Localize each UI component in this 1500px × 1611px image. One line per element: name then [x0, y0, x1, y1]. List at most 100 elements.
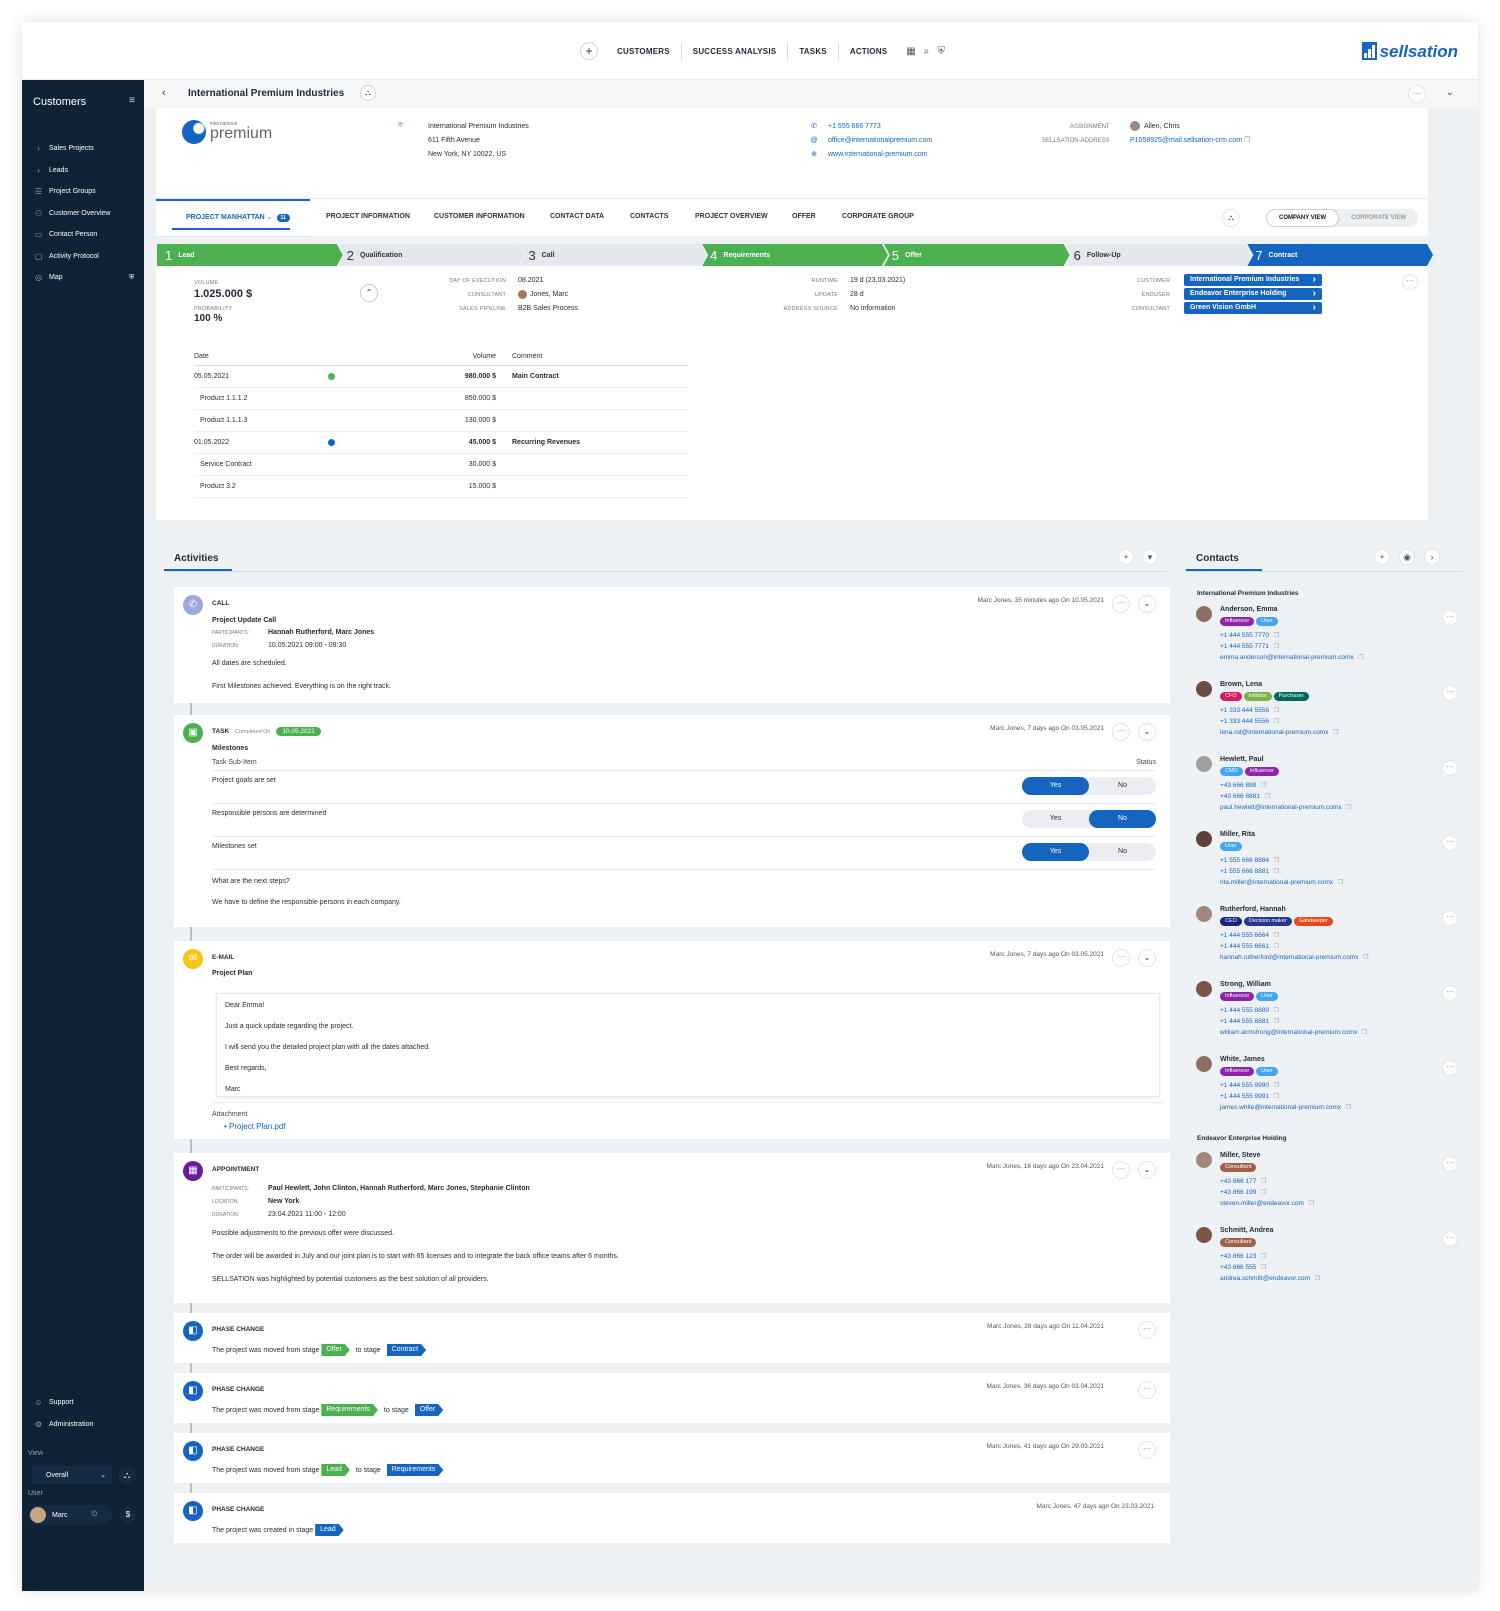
phone-link[interactable]: +1 444 555 9991	[1220, 1093, 1279, 1100]
customer-link[interactable]: International Premium Industries	[1184, 274, 1322, 286]
nav-customers[interactable]: CUSTOMERS	[606, 42, 682, 60]
phone-link[interactable]: +43 866 555	[1220, 1264, 1266, 1271]
activity-call[interactable]: ✆ CALL Marc Jones, 35 minutes ago On 10.…	[174, 587, 1170, 703]
copy-icon[interactable]: ❐	[1244, 137, 1250, 144]
more-icon[interactable]: ···	[1138, 1441, 1156, 1459]
add-button[interactable]: +	[580, 42, 598, 60]
more-icon[interactable]: ···	[1442, 1156, 1458, 1172]
activity-email[interactable]: ✉ E-MAIL Marc Jones, 7 days ago On 03.05…	[174, 941, 1170, 1139]
more-icon[interactable]: ···	[1442, 910, 1458, 926]
view-select[interactable]: Overall ⌄	[32, 1466, 112, 1484]
stage-5[interactable]: 5 Offer	[884, 244, 1070, 266]
status-toggle[interactable]: Yes No	[1022, 777, 1156, 795]
tab-corporate-group[interactable]: CORPORATE GROUP	[842, 213, 914, 220]
more-icon[interactable]: ···	[1442, 985, 1458, 1001]
chevron-down-icon[interactable]: ⌄	[1446, 87, 1454, 98]
tab-contacts[interactable]: CONTACTS	[630, 213, 668, 220]
email-link[interactable]: office@internationalpremium.com	[828, 134, 932, 148]
phone-link[interactable]: +1 444 555 9990	[1220, 1082, 1279, 1089]
no-option[interactable]: No	[1089, 777, 1156, 795]
phone-link[interactable]: +1 444 555 8889	[1220, 1007, 1279, 1014]
search-icon[interactable]: ⌕	[924, 46, 930, 57]
contact-card[interactable]: Rutherford, Hannah CEO Decision maker Gatek…	[1196, 906, 1466, 981]
sellsation-address-link[interactable]: P1058925@mail.sellsation-crm.com ❐	[1130, 134, 1250, 148]
status-toggle[interactable]: Yes No	[1022, 810, 1156, 828]
phone-link[interactable]: +1 444 555 6664	[1220, 932, 1279, 939]
email-link[interactable]: andrea.schmitt@endeavor.com	[1220, 1275, 1320, 1282]
sidebar-item-activity-protocol[interactable]: ▢ Activity Protocol	[34, 252, 99, 261]
attachment-name[interactable]: Project Plan.pdf	[229, 1122, 285, 1131]
enduser-link[interactable]: Endeavor Enterprise Holding	[1184, 288, 1322, 300]
contact-card[interactable]: Anderson, Emma Influencer User +1 444 555 7…	[1196, 606, 1466, 681]
phone-link[interactable]: +1 555 666 8881	[1220, 868, 1279, 875]
power-icon[interactable]: ⏻	[92, 1511, 98, 1519]
nav-actions[interactable]: ACTIONS	[839, 42, 898, 60]
chevron-down-icon[interactable]: ⌄	[1138, 949, 1156, 967]
calendar-icon[interactable]: ▦	[906, 46, 915, 57]
sidebar-item-leads[interactable]: › Leads	[34, 166, 68, 175]
more-icon[interactable]: ···	[1112, 595, 1130, 613]
sidebar-item-customer-overview[interactable]: ⚇ Customer Overview	[34, 209, 111, 218]
sidebar-item-map[interactable]: ◎ Map	[34, 273, 63, 282]
tab-customer-information[interactable]: CUSTOMER INFORMATION	[434, 213, 525, 220]
web-row[interactable]: ⊕ www.international-premium.com	[810, 148, 932, 162]
phone-link[interactable]: +43 666 888	[1220, 782, 1266, 789]
chevron-down-icon[interactable]: ⌄	[1138, 595, 1156, 613]
phone-link[interactable]: +1 444 555 6661	[1220, 943, 1279, 950]
email-link[interactable]: rita.miller@international-premium.comx	[1220, 879, 1343, 886]
phone-link[interactable]: +43 866 123	[1220, 1253, 1266, 1260]
more-icon[interactable]: ···	[1442, 1060, 1458, 1076]
company-view-button[interactable]: COMPANY VIEW	[1265, 209, 1340, 227]
sidebar-item-contact-person[interactable]: ▭ Contact Person	[34, 230, 98, 239]
web-link[interactable]: www.international-premium.com	[828, 148, 928, 162]
more-icon[interactable]: ···	[1138, 1321, 1156, 1339]
tab-project-overview[interactable]: PROJECT OVERVIEW	[695, 213, 768, 220]
sellsation-address-value[interactable]: P1058925@mail.sellsation-crm.com	[1130, 137, 1242, 144]
chevron-down-icon[interactable]: ⌄	[1138, 1161, 1156, 1179]
sidebar-item-sales-projects[interactable]: › Sales Projects	[34, 144, 94, 153]
hierarchy-icon[interactable]: ⛬	[1222, 209, 1240, 227]
phone-link[interactable]: +1 444 555 8881	[1220, 1018, 1279, 1025]
email-link[interactable]: paul.hewlett@international-premium.comx	[1220, 804, 1352, 811]
stage-6[interactable]: 6 Follow-Up	[1066, 244, 1252, 266]
contact-card[interactable]: Strong, William Influencer User +1 444 555 …	[1196, 981, 1466, 1056]
more-icon[interactable]: ···	[1442, 685, 1458, 701]
chevron-right-icon[interactable]: ›	[1424, 549, 1440, 565]
shield-icon[interactable]: ⛨	[937, 46, 945, 57]
add-contact-button[interactable]: +	[1374, 549, 1390, 565]
no-option[interactable]: No	[1089, 843, 1156, 861]
stage-4[interactable]: 4 Requirements	[702, 244, 888, 266]
activity-task[interactable]: ▣ TASK Completed On 10.05.2021 Marc Jone…	[174, 715, 1170, 927]
email-link[interactable]: william.armstrong@international-premium.…	[1220, 1029, 1367, 1036]
activity-phase-change[interactable]: ◧ PHASE CHANGE Marc Jones, 28 days ago On …	[174, 1313, 1170, 1363]
contact-card[interactable]: Schmitt, Andrea Consultant +43 866 123 +43 …	[1196, 1227, 1466, 1302]
contact-card[interactable]: Hewlett, Paul CMOInfluencer +43 666 888 +43…	[1196, 756, 1466, 831]
more-icon[interactable]: ···	[1112, 1161, 1130, 1179]
more-icon[interactable]: ···	[1112, 949, 1130, 967]
hierarchy-icon[interactable]: ⛬	[360, 85, 376, 101]
add-activity-button[interactable]: +	[1118, 549, 1134, 565]
email-link[interactable]: steven.miller@endeavor.com	[1220, 1200, 1314, 1207]
phone-link[interactable]: +1 333 444 5556	[1220, 707, 1279, 714]
phone-link[interactable]: +43 666 8881	[1220, 793, 1270, 800]
email-row[interactable]: @ office@internationalpremium.com	[810, 134, 932, 148]
attachment-link[interactable]: • Project Plan.pdf	[224, 1122, 286, 1131]
filter-icon[interactable]: ▾	[1142, 549, 1158, 565]
yes-option[interactable]: Yes	[1022, 843, 1089, 861]
activity-phase-change[interactable]: ◧ PHASE CHANGE Marc Jones, 36 days ago On …	[174, 1373, 1170, 1423]
eye-icon[interactable]: ◉	[1399, 549, 1415, 565]
tab-project-manhattan[interactable]: PROJECT MANHATTAN ⌄ 11	[186, 213, 290, 222]
hierarchy-icon[interactable]: ⛬	[118, 1466, 136, 1484]
phone-link[interactable]: +43 866 199	[1220, 1189, 1266, 1196]
phone-link[interactable]: +43 866 177	[1220, 1178, 1266, 1185]
stage-3[interactable]: 3 Call	[520, 244, 706, 266]
more-icon[interactable]: ···	[1442, 835, 1458, 851]
tab-contact-data[interactable]: CONTACT DATA	[550, 213, 604, 220]
activity-appointment[interactable]: ▦ APPOINTMENT Marc Jones, 16 days ago On…	[174, 1153, 1170, 1303]
more-icon[interactable]: ···	[1402, 274, 1418, 290]
contact-card[interactable]: White, James Influencer User +1 444 555 999…	[1196, 1056, 1466, 1131]
more-icon[interactable]: ···	[1442, 760, 1458, 776]
phone-link[interactable]: +1 555 666 7773	[828, 120, 881, 134]
chevron-down-icon[interactable]: ⌄	[1138, 723, 1156, 741]
more-icon[interactable]: ···	[1442, 1231, 1458, 1247]
